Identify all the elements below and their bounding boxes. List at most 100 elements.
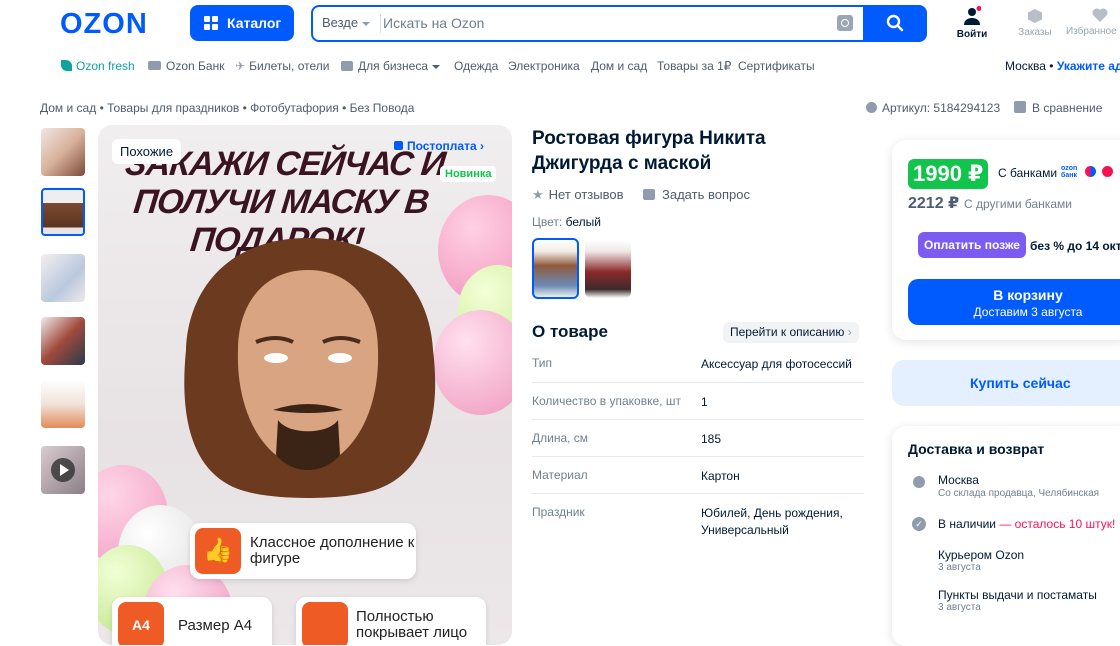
reviews-link[interactable]: ★ Нет отзывов	[532, 187, 624, 203]
chevron-down-icon	[362, 21, 371, 26]
login-label: Войти	[956, 29, 988, 40]
nav-home-garden[interactable]: Дом и сад	[591, 59, 647, 73]
thumbnail[interactable]	[41, 128, 85, 176]
similar-badge[interactable]: Похожие	[112, 139, 182, 164]
search-bar: Везде Искать на Ozon	[311, 5, 927, 42]
spec-value: Картон	[701, 469, 740, 483]
postpay-badge[interactable]: Постоплата ›	[394, 139, 484, 153]
face-mask-image	[184, 238, 436, 498]
location-selector[interactable]: Москва • Укажите адрес	[1005, 59, 1120, 73]
nav-ozon-fresh[interactable]: Ozon fresh	[61, 59, 135, 73]
ozon-logo[interactable]: OZON	[60, 8, 148, 41]
product-main-image[interactable]: ЗАКАЖИ СЕЙЧАС И ПОЛУЧИ МАСКУ В ПОДАРОК! …	[98, 125, 512, 645]
thumbnail[interactable]	[41, 317, 85, 365]
chevron-right-icon: ›	[847, 325, 852, 339]
delivery-warehouse: Со склада продавца, Челябинская	[938, 488, 1100, 499]
delivery-title: Доставка и возврат	[908, 441, 1045, 457]
spec-key: Материал	[532, 468, 588, 482]
breadcrumb-item[interactable]: Товары для праздников	[107, 101, 239, 115]
check-icon: ✓	[912, 517, 926, 531]
orders-label: Заказы	[1018, 27, 1052, 38]
breadcrumb-item[interactable]: Дом и сад	[40, 101, 96, 115]
ozon-bank-logo: ozon банк	[1061, 165, 1078, 179]
bank-icon	[1102, 166, 1113, 177]
camera-icon[interactable]	[837, 15, 853, 31]
grid-icon	[204, 16, 218, 30]
article-number[interactable]: Артикул: 5184294123	[866, 101, 1000, 115]
thumbnail[interactable]	[41, 380, 85, 428]
box-icon	[1028, 9, 1042, 23]
breadcrumb-item[interactable]: Без Повода	[350, 101, 415, 115]
spec-value: 185	[701, 432, 722, 446]
spec-key: Количество в упаковке, шт	[532, 394, 681, 408]
nav-clothes[interactable]: Одежда	[454, 59, 498, 73]
delivery-city[interactable]: Москва	[938, 473, 979, 487]
login-button[interactable]: Войти	[952, 6, 992, 40]
divider	[380, 14, 381, 33]
search-button[interactable]	[863, 5, 927, 42]
price-with-bank: 1990 ₽	[908, 159, 989, 189]
share-icon	[866, 102, 877, 113]
feature-text: Классное дополнение к фигуре	[250, 534, 415, 567]
thumbnail[interactable]	[41, 254, 85, 302]
courier-date: 3 августа	[938, 562, 981, 573]
goto-description-button[interactable]: Перейти к описанию ›	[723, 322, 859, 343]
thumbnail-selected[interactable]	[41, 188, 85, 236]
price-other: 2212 ₽	[908, 195, 960, 212]
spec-key: Длина, см	[532, 431, 589, 445]
feature-card: 👍 Классное дополнение к фигуре	[190, 523, 416, 579]
add-to-cart-button[interactable]: В корзину Доставим 3 августа	[908, 279, 1120, 325]
stock-status: В наличии — осталось 10 штук!	[938, 517, 1116, 531]
courier-option[interactable]: Курьером Ozon	[938, 548, 1024, 562]
nav-electronics[interactable]: Электроника	[508, 59, 580, 73]
cart-label: В корзину	[993, 287, 1063, 303]
sbp-icon	[1085, 166, 1096, 177]
briefcase-icon	[341, 61, 353, 71]
thumbs-up-icon: 👍	[195, 528, 241, 574]
spec-key: Тип	[532, 356, 553, 370]
feature-card: А4 Размер А4	[112, 597, 272, 645]
buy-now-button[interactable]: Купить сейчас	[892, 360, 1120, 406]
pickup-option[interactable]: Пункты выдачи и постаматы	[938, 588, 1097, 602]
favorites-button[interactable]: Избранное	[1066, 8, 1120, 37]
ask-question-link[interactable]: Задать вопрос	[643, 187, 750, 202]
calendar-icon	[394, 141, 403, 150]
compare-icon	[1014, 101, 1026, 113]
feature-text: Полностью покрывает лицо	[356, 608, 468, 641]
user-icon	[964, 6, 982, 25]
spec-key: Праздник	[532, 505, 585, 519]
divider	[532, 419, 864, 420]
search-icon	[886, 14, 904, 32]
feature-card: Полностью покрывает лицо	[296, 597, 486, 645]
heart-icon	[1092, 8, 1108, 22]
product-title: Ростовая фигура Никита Джигурда с маской	[532, 128, 766, 174]
search-scope-select[interactable]: Везде	[322, 15, 371, 30]
catalog-label: Каталог	[227, 15, 282, 31]
pay-later-button[interactable]: Оплатить позже	[918, 232, 1026, 258]
divider	[532, 493, 864, 494]
nav-tickets[interactable]: ✈ Билеты, отели	[235, 59, 329, 73]
compare-button[interactable]: В сравнение	[1014, 101, 1102, 115]
spec-value: Юбилей, День рождения, Универсальный	[701, 506, 843, 537]
price-card: 1990 ₽ С банками ozon банк 2212 ₽ С друг…	[892, 140, 1120, 340]
delivery-card: Доставка и возврат Москва Со склада прод…	[892, 426, 1120, 646]
nav-one-ruble[interactable]: Товары за 1₽	[657, 59, 731, 73]
nav-certificates[interactable]: Сертификаты	[738, 59, 815, 73]
catalog-button[interactable]: Каталог	[190, 5, 294, 41]
location-pin-icon	[913, 476, 925, 488]
color-option[interactable]	[585, 240, 631, 298]
play-icon	[51, 458, 75, 482]
video-thumbnail[interactable]	[41, 446, 85, 494]
with-other-label: С другими банками	[964, 197, 1072, 211]
color-label: Цвет: белый	[532, 215, 601, 229]
nav-ozon-bank[interactable]: Ozon Банк	[148, 59, 224, 73]
color-option-selected[interactable]	[532, 238, 579, 299]
search-input[interactable]: Искать на Ozon	[383, 15, 484, 31]
about-title: О товаре	[532, 322, 608, 341]
breadcrumb-item[interactable]: Фотобутафория	[250, 101, 339, 115]
a4-icon: А4	[118, 602, 164, 645]
favorites-label: Избранное	[1066, 26, 1117, 37]
orders-button[interactable]: Заказы	[1014, 8, 1056, 38]
nav-business[interactable]: Для бизнеса	[341, 59, 441, 73]
spec-value: 1	[701, 395, 708, 409]
